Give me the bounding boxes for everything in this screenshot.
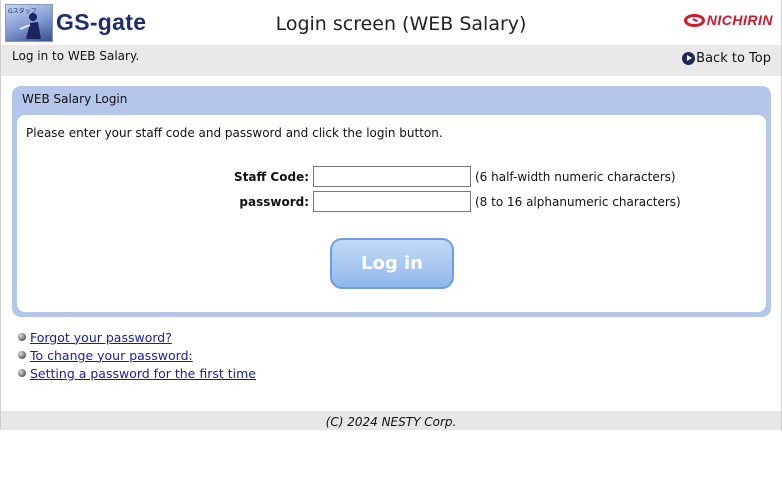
forgot-password-link[interactable]: Forgot your password? [30,330,172,345]
list-item: Forgot your password? [18,328,256,346]
login-instruction: Please enter your staff code and passwor… [26,126,443,140]
bullet-icon [18,333,26,341]
brand-name: NICHIRIN [706,12,773,28]
back-to-top-link[interactable]: Back to Top [682,51,771,66]
first-time-password-link[interactable]: Setting a password for the first time [30,366,256,381]
app-logo-text: GS-gate [56,9,147,35]
footer: (C) 2024 NESTY Corp. [1,411,781,430]
login-panel-body: Please enter your staff code and passwor… [17,115,766,312]
subheader-text: Log in to WEB Salary. [12,49,140,63]
password-input[interactable] [313,191,471,212]
nichirin-brand-logo: NICHIRIN [683,11,773,29]
login-button[interactable]: Log in [330,238,454,289]
change-password-link[interactable]: To change your password: [30,348,193,363]
login-panel-title: WEB Salary Login [22,92,128,106]
password-hint: (8 to 16 alphanumeric characters) [475,195,681,209]
gs-staff-logo-image: Gスタッフ [5,4,53,42]
ninja-figure-icon [19,13,41,39]
subheader-bar: Log in to WEB Salary. Back to Top [1,45,781,76]
help-links: Forgot your password? To change your pas… [18,328,256,382]
bullet-icon [18,369,26,377]
staff-code-label: Staff Code: [234,170,309,184]
play-circle-icon [682,52,696,65]
bullet-icon [18,351,26,359]
page: Gスタッフ GS-gate Login screen (WEB Salary) … [0,0,782,430]
password-label: password: [239,195,309,209]
list-item: To change your password: [18,346,256,364]
staff-code-input[interactable] [313,166,471,187]
list-item: Setting a password for the first time [18,364,256,382]
header: Gスタッフ GS-gate Login screen (WEB Salary) … [1,0,781,45]
page-title: Login screen (WEB Salary) [275,13,527,35]
copyright-text: (C) 2024 NESTY Corp. [325,415,457,429]
nichirin-mark-icon [683,13,705,27]
back-to-top-label: Back to Top [696,51,771,66]
staff-code-hint: (6 half-width numeric characters) [475,170,676,184]
login-panel: WEB Salary Login Please enter your staff… [12,86,771,317]
